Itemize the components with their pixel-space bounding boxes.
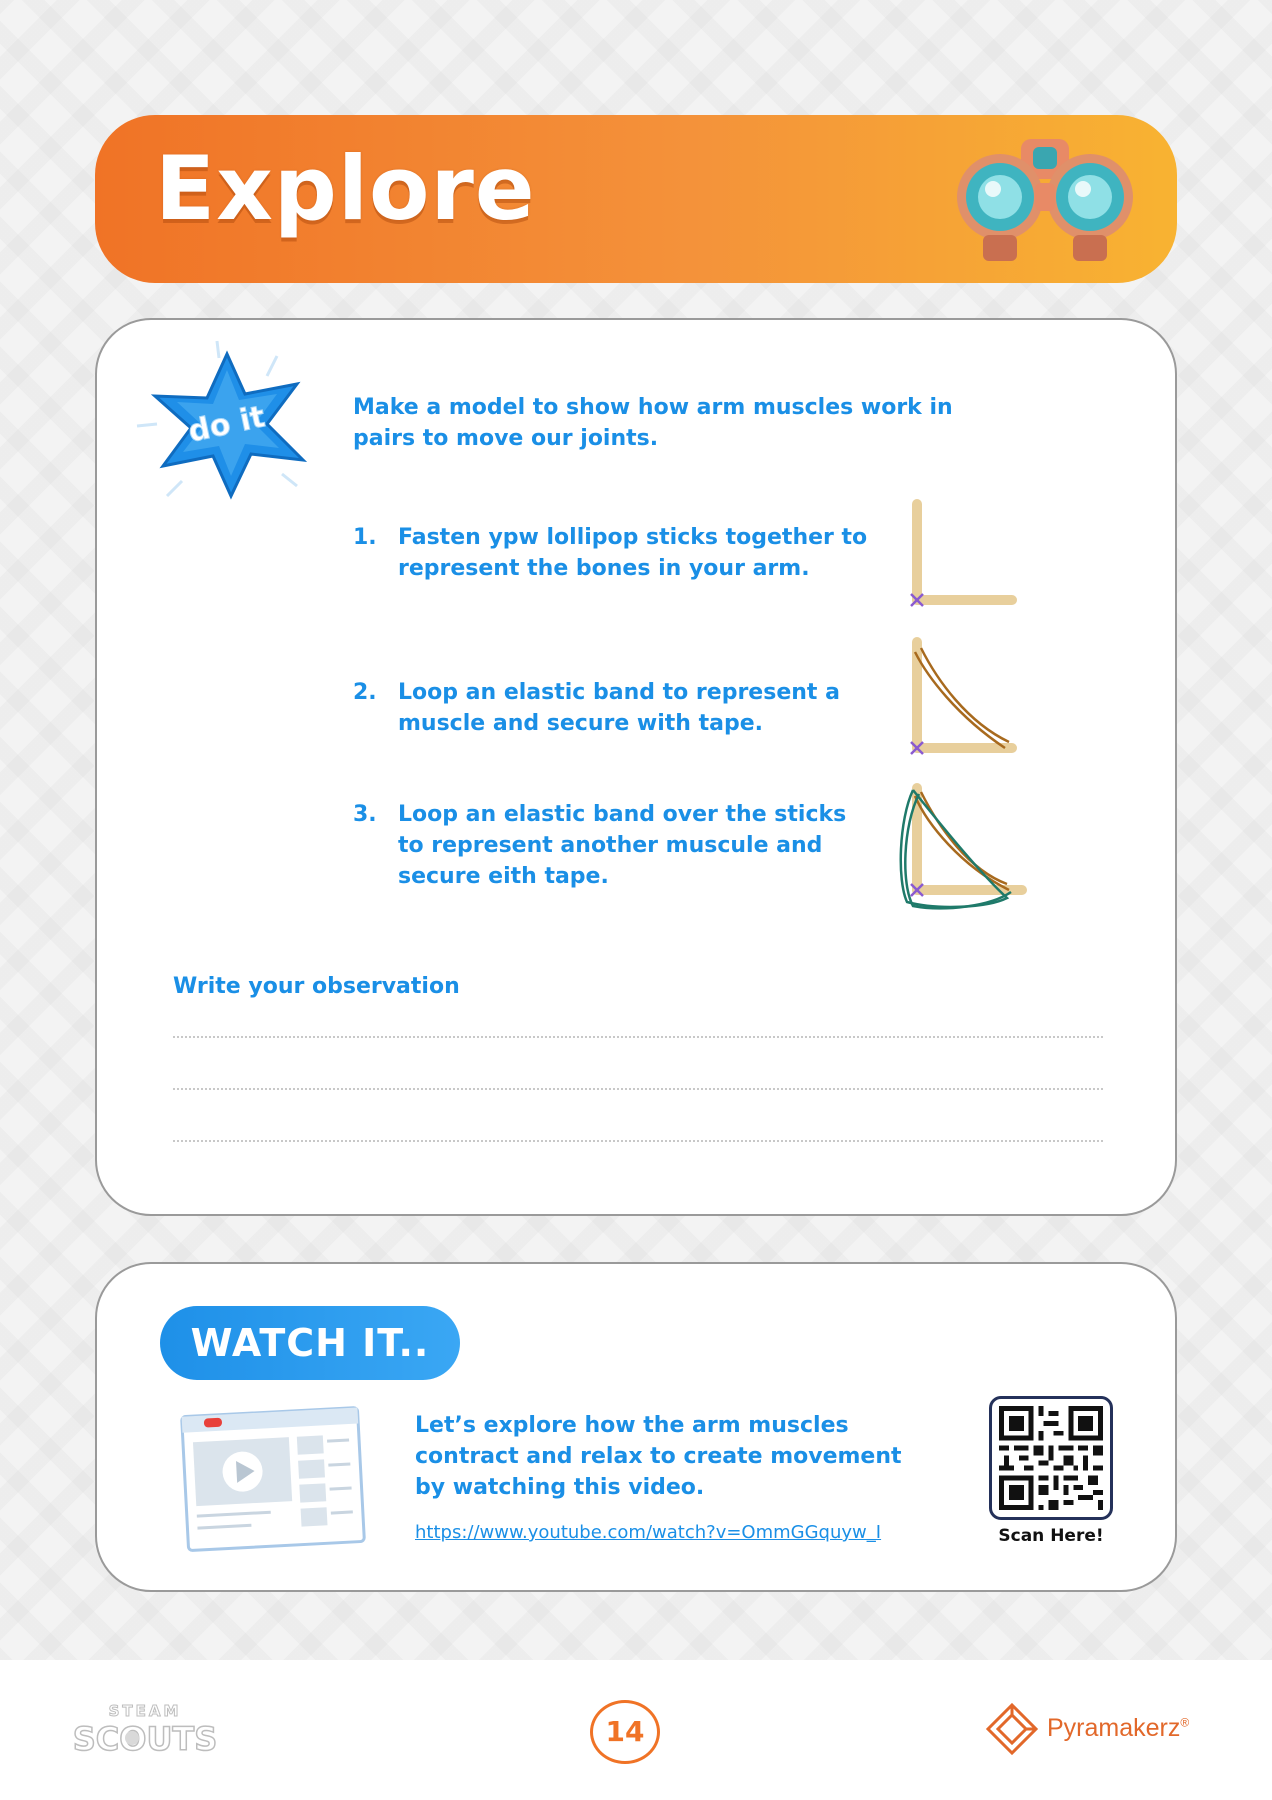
watch-it-label: WATCH IT..	[190, 1321, 430, 1365]
sticks-illustration-2	[910, 637, 1017, 755]
do-it-star-badge: do it	[136, 340, 308, 500]
qr-caption: Scan Here!	[998, 1526, 1104, 1546]
watch-description: Let’s explore how the arm muscles contra…	[415, 1413, 902, 1500]
watch-it-pill: WATCH IT..	[160, 1306, 460, 1380]
qr-code-icon	[999, 1406, 1103, 1510]
pyramakerz-logo: Pyramakerz®	[985, 1702, 1215, 1756]
page-number: 14	[605, 1715, 645, 1748]
step-number: 2.	[353, 680, 377, 705]
binoculars-icon	[957, 139, 1133, 261]
activity-card: do it Make a model to show how arm muscl…	[95, 318, 1177, 1216]
video-player-illustration	[180, 1406, 366, 1552]
qr-code[interactable]	[989, 1396, 1113, 1520]
sticks-illustration-1	[910, 499, 1017, 607]
observation-line[interactable]	[173, 1088, 1103, 1090]
sticks-illustration-3	[899, 783, 1027, 910]
observation-label: Write your observation	[173, 974, 460, 999]
step-number: 3.	[353, 802, 377, 827]
svg-text:SCOUTS: SCOUTS	[73, 1720, 218, 1758]
video-link[interactable]: https://www.youtube.com/watch?v=OmmGGquy…	[415, 1522, 881, 1543]
watch-card: WATCH IT.. Let’s explore how the arm mus…	[95, 1262, 1177, 1592]
explore-banner: Explore	[95, 115, 1177, 283]
pyramakerz-diamond-icon	[985, 1702, 1039, 1756]
step-text: Loop an elastic band to represent a musc…	[398, 680, 840, 736]
step-text: Fasten ypw lollipop sticks together to r…	[398, 525, 868, 581]
pyramakerz-wordmark: Pyramakerz®	[1047, 1714, 1190, 1742]
page-footer: STEAM SCOUTS 14 Pyramakerz®	[0, 1660, 1272, 1800]
activity-intro: Make a model to show how arm muscles wor…	[353, 395, 953, 451]
step-text: Loop an elastic band over the sticks to …	[398, 802, 847, 889]
observation-line[interactable]	[173, 1140, 1103, 1142]
steam-scouts-logo: STEAM SCOUTS	[72, 1702, 218, 1759]
page-title: Explore	[155, 137, 536, 240]
observation-line[interactable]	[173, 1036, 1103, 1038]
step-number: 1.	[353, 525, 377, 550]
svg-text:STEAM: STEAM	[109, 1702, 182, 1720]
page-number-badge: 14	[590, 1700, 660, 1764]
